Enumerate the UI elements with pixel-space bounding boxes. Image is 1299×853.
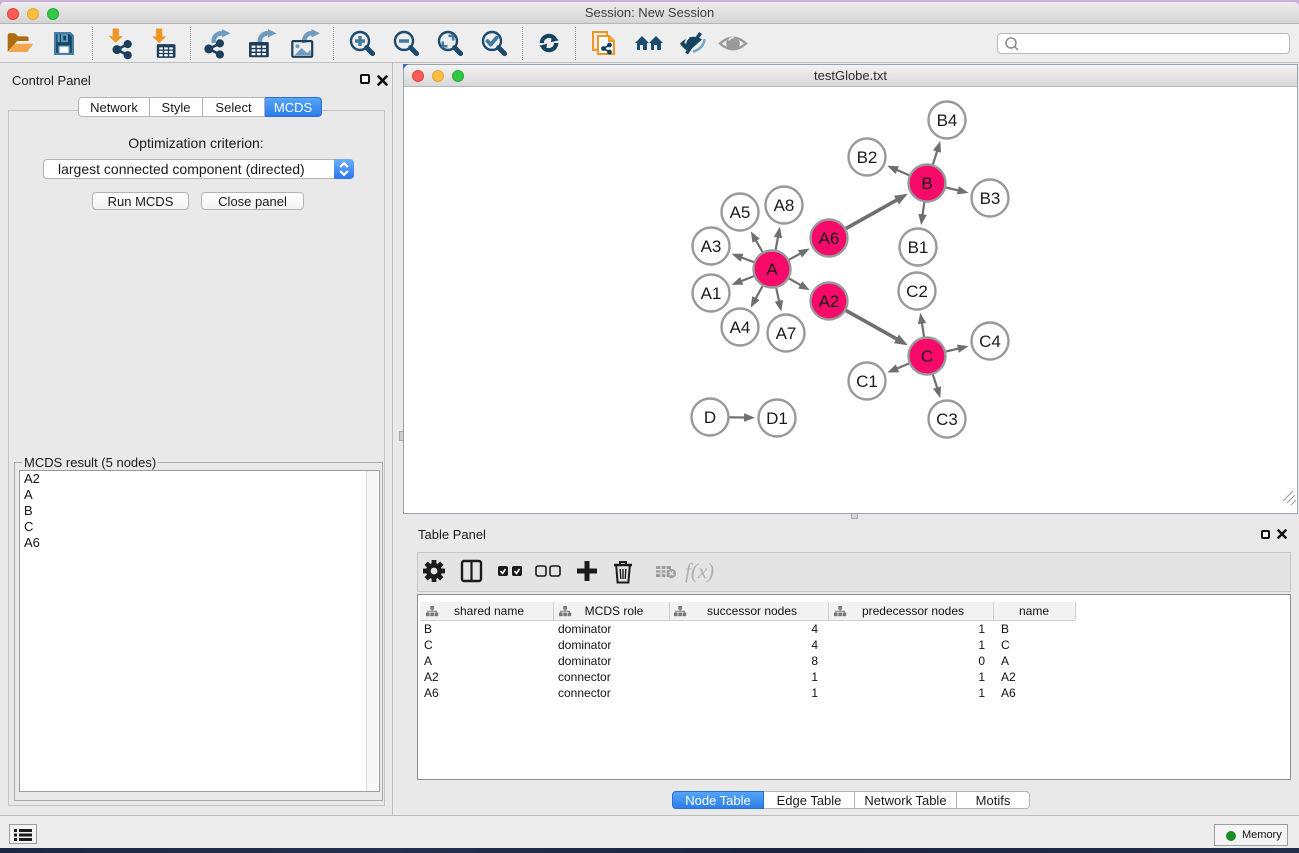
svg-text:B: B <box>921 174 932 193</box>
svg-text:B1: B1 <box>908 238 929 257</box>
svg-text:name: name <box>1019 604 1049 618</box>
svg-text:1: 1 <box>811 686 818 700</box>
svg-text:A7: A7 <box>776 324 797 343</box>
svg-text:1: 1 <box>811 670 818 684</box>
svg-text:C: C <box>1001 638 1010 652</box>
svg-text:A8: A8 <box>774 196 795 215</box>
svg-text:A6: A6 <box>424 686 439 700</box>
svg-text:MCDS role: MCDS role <box>585 604 644 618</box>
svg-text:dominator: dominator <box>558 638 611 652</box>
svg-text:C1: C1 <box>856 372 878 391</box>
svg-text:f(x): f(x) <box>685 559 714 583</box>
svg-text:1: 1 <box>978 686 985 700</box>
svg-text:1: 1 <box>978 638 985 652</box>
svg-text:B3: B3 <box>980 189 1001 208</box>
svg-text:1: 1 <box>978 622 985 636</box>
svg-text:dominator: dominator <box>558 622 611 636</box>
svg-text:4: 4 <box>811 622 818 636</box>
svg-text:B: B <box>1001 622 1009 636</box>
svg-text:C4: C4 <box>979 332 1001 351</box>
svg-text:B4: B4 <box>937 111 958 130</box>
svg-text:0: 0 <box>978 654 985 668</box>
svg-text:4: 4 <box>811 638 818 652</box>
svg-text:A6: A6 <box>819 229 840 248</box>
svg-text:A: A <box>1001 654 1009 668</box>
svg-text:A2: A2 <box>1001 670 1016 684</box>
svg-text:1: 1 <box>978 670 985 684</box>
svg-text:C: C <box>921 347 933 366</box>
svg-text:8: 8 <box>811 654 818 668</box>
svg-text:D1: D1 <box>766 409 788 428</box>
svg-text:B: B <box>424 622 432 636</box>
svg-text:A5: A5 <box>730 203 751 222</box>
svg-text:connector: connector <box>558 670 611 684</box>
svg-text:C2: C2 <box>906 282 928 301</box>
svg-text:C: C <box>424 638 433 652</box>
svg-text:C3: C3 <box>936 410 958 429</box>
svg-text:shared name: shared name <box>454 604 524 618</box>
svg-text:A3: A3 <box>701 237 722 256</box>
svg-text:A4: A4 <box>730 318 751 337</box>
svg-text:A1: A1 <box>701 284 722 303</box>
svg-text:D: D <box>704 408 716 427</box>
svg-text:A2: A2 <box>424 670 439 684</box>
svg-text:A: A <box>766 260 778 279</box>
svg-text:A2: A2 <box>819 292 840 311</box>
svg-text:connector: connector <box>558 686 611 700</box>
svg-text:A: A <box>424 654 432 668</box>
svg-text:successor nodes: successor nodes <box>707 604 797 618</box>
svg-text:A6: A6 <box>1001 686 1016 700</box>
svg-text:dominator: dominator <box>558 654 611 668</box>
svg-text:predecessor nodes: predecessor nodes <box>862 604 964 618</box>
svg-text:B2: B2 <box>857 148 878 167</box>
